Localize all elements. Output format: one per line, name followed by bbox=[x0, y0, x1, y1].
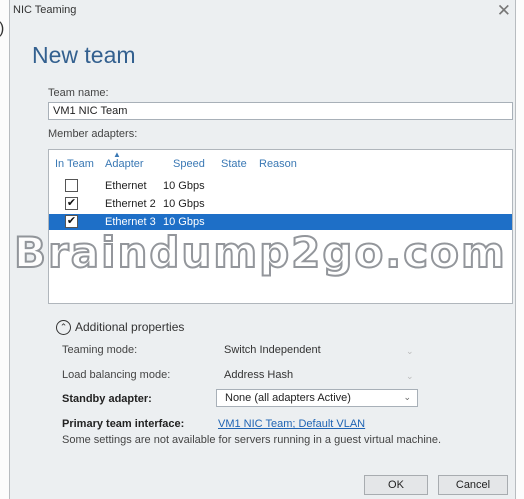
standby-adapter-value: None (all adapters Active) bbox=[225, 392, 351, 404]
chevron-up-icon: ⌃ bbox=[56, 320, 71, 336]
column-header-speed[interactable]: Speed bbox=[173, 158, 205, 170]
adapter-name: Ethernet 2 bbox=[105, 198, 156, 210]
adapter-name: Ethernet 3 bbox=[105, 216, 156, 228]
team-name-label: Team name: bbox=[48, 87, 109, 99]
member-adapters-label: Member adapters: bbox=[48, 128, 138, 140]
standby-adapter-label: Standby adapter: bbox=[62, 393, 152, 405]
cancel-button[interactable]: Cancel bbox=[438, 475, 508, 495]
cropped-text-fragment: ) bbox=[0, 20, 4, 38]
adapter-speed: 10 Gbps bbox=[163, 216, 205, 228]
team-name-input[interactable]: VM1 NIC Team bbox=[48, 102, 513, 120]
additional-properties-label: Additional properties bbox=[75, 320, 185, 334]
column-header-reason[interactable]: Reason bbox=[259, 158, 297, 170]
adapter-name: Ethernet bbox=[105, 180, 147, 192]
in-team-checkbox[interactable]: ✔ bbox=[65, 197, 78, 210]
teaming-mode-label: Teaming mode: bbox=[62, 344, 138, 356]
adapter-speed: 10 Gbps bbox=[163, 198, 205, 210]
guest-vm-note: Some settings are not available for serv… bbox=[62, 434, 442, 446]
load-balancing-label: Load balancing mode: bbox=[62, 369, 171, 381]
chevron-down-icon: ⌄ bbox=[406, 371, 414, 381]
column-header-adapter[interactable]: Adapter bbox=[105, 158, 144, 170]
dialog-heading: New team bbox=[32, 42, 136, 68]
adapter-row[interactable]: Ethernet 10 Gbps bbox=[49, 178, 512, 194]
teaming-mode-value: Switch Independent bbox=[224, 344, 321, 356]
in-team-checkbox[interactable] bbox=[65, 179, 78, 192]
in-team-checkbox[interactable]: ✔ bbox=[65, 215, 78, 228]
title-bar: NIC Teaming ✕ bbox=[10, 0, 515, 24]
column-header-state[interactable]: State bbox=[221, 158, 247, 170]
additional-properties-toggle[interactable]: ⌃ Additional properties bbox=[56, 320, 185, 336]
chevron-down-icon: ⌄ bbox=[403, 392, 411, 402]
primary-team-interface-label: Primary team interface: bbox=[62, 418, 185, 430]
watermark: Braindump2go.com bbox=[13, 227, 507, 278]
adapter-speed: 10 Gbps bbox=[163, 180, 205, 192]
standby-adapter-dropdown[interactable]: None (all adapters Active) ⌄ bbox=[216, 389, 418, 407]
ok-button[interactable]: OK bbox=[364, 475, 428, 495]
adapter-row[interactable]: ✔ Ethernet 2 10 Gbps bbox=[49, 196, 512, 212]
window-title: NIC Teaming bbox=[13, 4, 77, 16]
chevron-down-icon: ⌄ bbox=[406, 346, 414, 356]
close-icon[interactable]: ✕ bbox=[497, 1, 511, 21]
member-adapters-list: ▲ In Team Adapter Speed State Reason Eth… bbox=[48, 149, 513, 304]
load-balancing-value: Address Hash bbox=[224, 369, 294, 381]
primary-team-interface-link[interactable]: VM1 NIC Team; Default VLAN bbox=[218, 418, 365, 430]
column-header-in-team[interactable]: In Team bbox=[55, 158, 94, 170]
